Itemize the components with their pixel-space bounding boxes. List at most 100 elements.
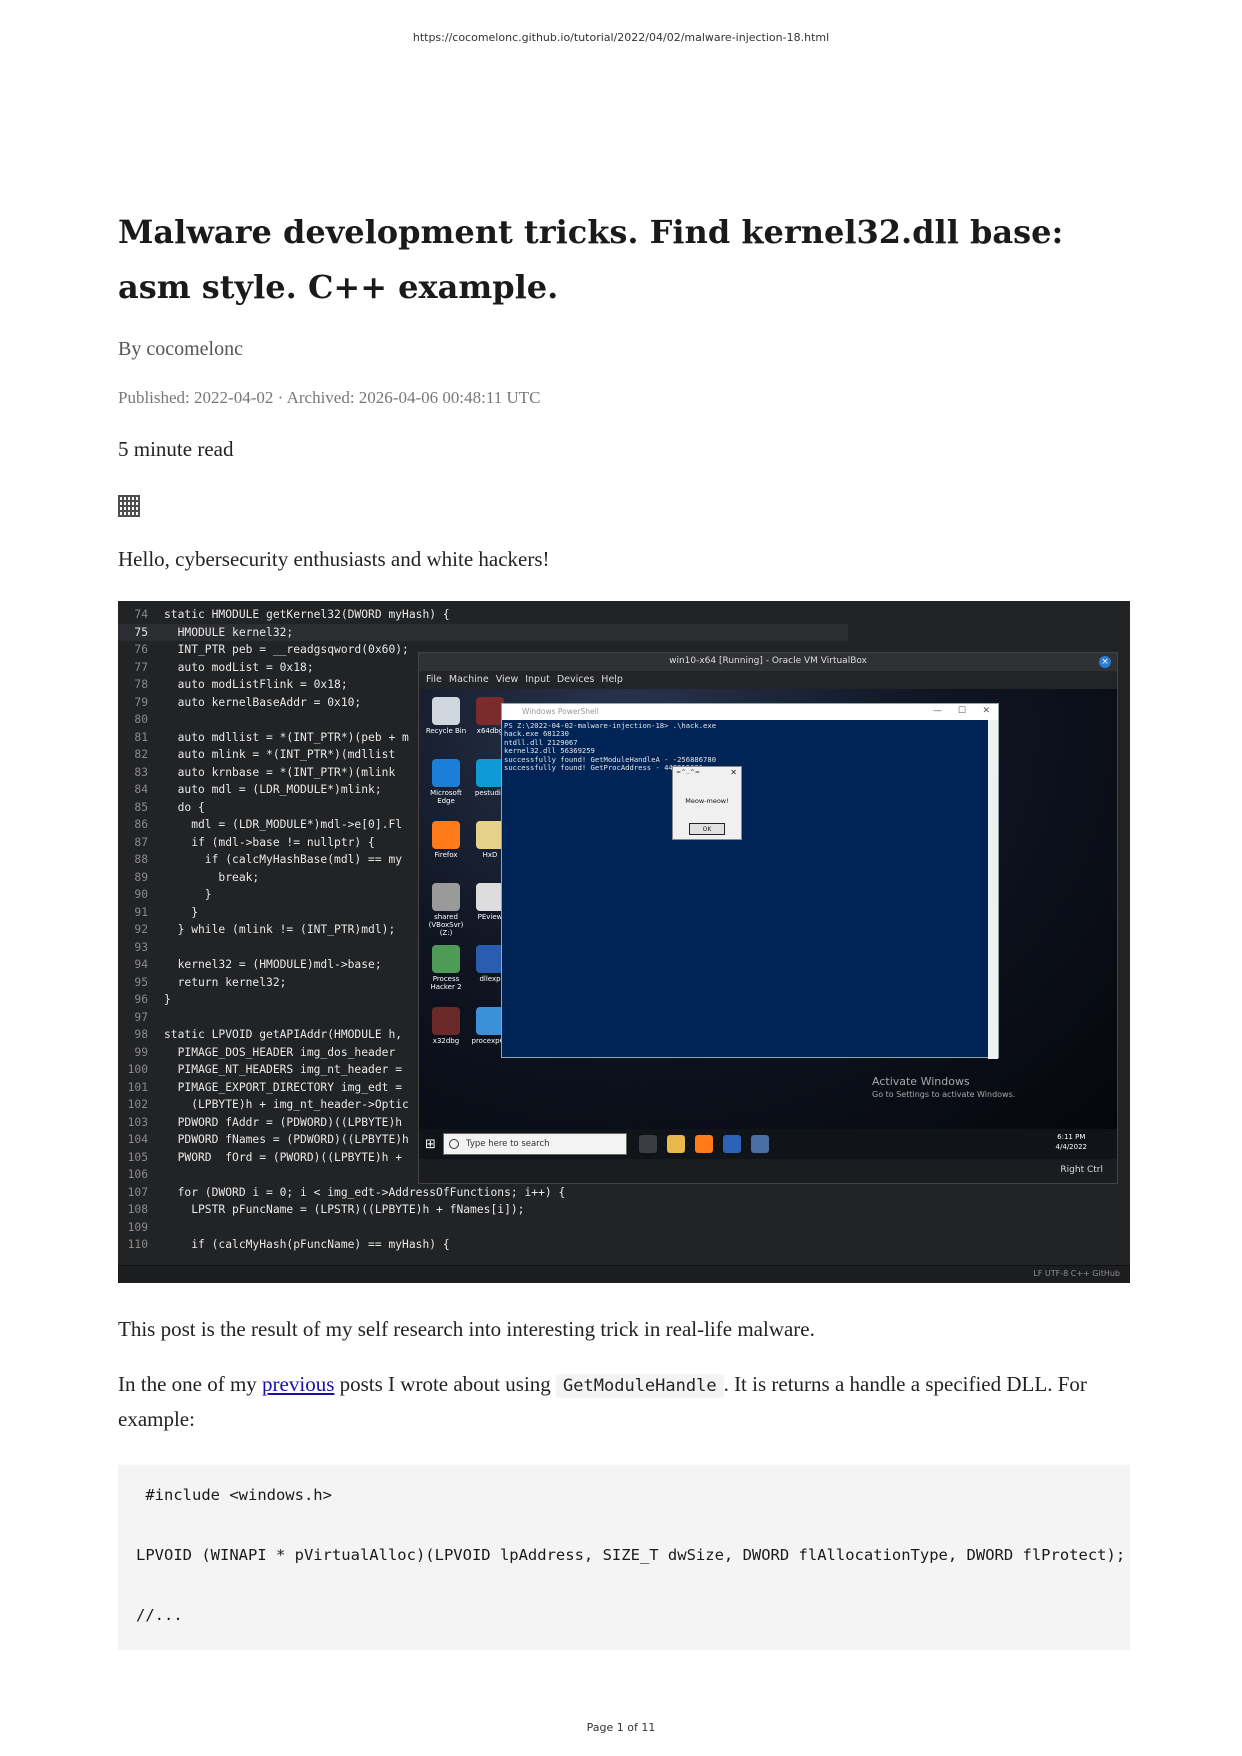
- line-number: 86: [134, 818, 148, 831]
- message-box-ok-button[interactable]: OK: [689, 823, 725, 835]
- maximize-icon[interactable]: ☐: [958, 706, 966, 716]
- code-text: }: [164, 905, 199, 919]
- line-number: 92: [134, 923, 148, 936]
- code-text: if (calcMyHashBase(mdl) == my: [164, 853, 403, 866]
- code-text: } while (mlink != (INT_PTR)mdl);: [164, 923, 396, 936]
- desktop-icon-label: x32dbg: [432, 1037, 460, 1045]
- powershell-taskbar-icon[interactable]: [723, 1135, 741, 1153]
- vm-titlebar: win10-x64 [Running] - Oracle VM VirtualB…: [419, 653, 1117, 671]
- desktop-icon[interactable]: Microsoft Edge: [423, 759, 469, 805]
- paragraph-text-2: posts I wrote about using: [334, 1372, 557, 1396]
- host-key-label: Right Ctrl: [1060, 1165, 1103, 1175]
- line-number: 74: [134, 608, 148, 621]
- desktop-app-icon: [476, 883, 504, 911]
- vm-close-icon[interactable]: ×: [1099, 656, 1111, 668]
- editor-code-line: 108 LPSTR pFuncName = (LPSTR)((LPBYTE)h …: [118, 1201, 848, 1219]
- line-number: 91: [134, 905, 148, 919]
- code-text: PIMAGE_NT_HEADERS img_nt_header =: [164, 1063, 403, 1076]
- vm-title: win10-x64 [Running] - Oracle VM VirtualB…: [669, 656, 867, 666]
- task-view-icon[interactable]: [639, 1135, 657, 1153]
- code-text: INT_PTR peb = __readgsqword(0x60);: [164, 643, 409, 656]
- windows-start-icon[interactable]: ⊞: [425, 1137, 436, 1152]
- code-text: LPSTR pFuncName = (LPSTR)((LPBYTE)h + fN…: [164, 1203, 525, 1216]
- taskbar-search-box[interactable]: Type here to search: [443, 1133, 627, 1155]
- vm-menu-item[interactable]: Input: [525, 674, 550, 685]
- message-box-text: Meow-meow!: [685, 797, 729, 805]
- desktop-icon[interactable]: Recycle Bin: [423, 697, 469, 735]
- line-number: 110: [127, 1238, 148, 1251]
- editor-status-text: LF UTF-8 C++ GitHub: [1033, 1269, 1120, 1278]
- code-text: PWORD fOrd = (PWORD)((LPBYTE)h +: [164, 1150, 403, 1164]
- previous-post-link[interactable]: previous: [262, 1372, 334, 1396]
- vm-host-tray: Right Ctrl: [419, 1159, 1117, 1183]
- page-title: Malware development tricks. Find kernel3…: [118, 213, 1064, 306]
- taskbar-clock[interactable]: 6:11 PM 4/4/2022: [1056, 1132, 1087, 1152]
- desktop-icon[interactable]: Process Hacker 2: [423, 945, 469, 991]
- line-number: 90: [134, 888, 148, 901]
- code-text: return kernel32;: [164, 975, 287, 989]
- vm-menubar: File Machine View Input Devices Help: [419, 671, 1117, 689]
- vm-menu-item[interactable]: View: [496, 674, 519, 685]
- code-text: do {: [164, 800, 205, 814]
- code-text: static LPVOID getAPIAddr(HMODULE h,: [164, 1028, 403, 1041]
- desktop-icon-label: PEview: [477, 913, 503, 921]
- app-taskbar-icon[interactable]: [751, 1135, 769, 1153]
- desktop-icon-label: Firefox: [434, 851, 458, 859]
- file-explorer-icon[interactable]: [667, 1135, 685, 1153]
- page-footer: Page 1 of 11: [586, 1721, 656, 1734]
- desktop-icon[interactable]: Firefox: [423, 821, 469, 859]
- code-line-1: #include <windows.h>: [136, 1486, 332, 1504]
- line-number: 105: [127, 1150, 148, 1164]
- line-number: 98: [134, 1028, 148, 1041]
- line-number: 80: [134, 713, 148, 726]
- message-box-title: =^..^=: [676, 769, 700, 776]
- inline-code-getmodulehandle: GetModuleHandle: [556, 1374, 724, 1398]
- desktop-icon-label: shared (VBoxSvr) (Z:): [428, 913, 464, 937]
- firefox-taskbar-icon[interactable]: [695, 1135, 713, 1153]
- line-number: 95: [134, 975, 148, 989]
- code-text: mdl = (LDR_MODULE*)mdl->e[0].Fl: [164, 818, 403, 831]
- code-text: PIMAGE_EXPORT_DIRECTORY img_edt =: [164, 1080, 403, 1094]
- activate-windows-watermark: Activate Windows Go to Settings to activ…: [872, 1075, 1015, 1099]
- powershell-scrollbar[interactable]: [988, 720, 998, 1059]
- minimize-icon[interactable]: —: [933, 706, 942, 716]
- desktop-icon[interactable]: shared (VBoxSvr) (Z:): [423, 883, 469, 937]
- code-text: break;: [164, 870, 260, 884]
- editor-code-line: 110 if (calcMyHash(pFuncName) == myHash)…: [118, 1236, 848, 1254]
- code-text: HMODULE kernel32;: [164, 625, 294, 639]
- editor-code-line: 74 static HMODULE getKernel32(DWORD myHas…: [118, 606, 848, 624]
- author-avatar-icon: [118, 495, 140, 517]
- desktop-app-icon: [432, 1007, 460, 1035]
- code-text: auto modListFlink = 0x18;: [164, 678, 348, 691]
- desktop-app-icon: [432, 883, 460, 911]
- greeting-paragraph: Hello, cybersecurity enthusiasts and whi…: [118, 547, 550, 571]
- line-number: 97: [134, 1010, 148, 1024]
- taskbar-date: 4/4/2022: [1055, 1143, 1087, 1151]
- powershell-output: PS Z:\2022-04-02-malware-injection-18> .…: [504, 721, 716, 772]
- code-text: auto kernelBaseAddr = 0x10;: [164, 695, 362, 709]
- line-number: 102: [127, 1098, 148, 1111]
- message-box-close-icon[interactable]: ✕: [730, 768, 737, 777]
- code-text: (LPBYTE)h + img_nt_header->Optic: [164, 1098, 409, 1111]
- code-text: PDWORD fNames = (PDWORD)((LPBYTE)h: [164, 1133, 409, 1146]
- code-text: auto mdllist = *(INT_PTR*)(peb + m: [164, 730, 409, 744]
- editor-code-line: 109: [118, 1219, 848, 1237]
- vm-desktop: Recycle Bin x64dbg Microsoft Edge pestudio F…: [419, 689, 1117, 1129]
- desktop-icon[interactable]: x32dbg: [423, 1007, 469, 1045]
- vm-menu-item[interactable]: File: [426, 674, 442, 685]
- code-block: #include <windows.h> LPVOID (WINAPI * pV…: [118, 1465, 1130, 1650]
- vm-menu-item[interactable]: Machine: [449, 674, 489, 685]
- vm-menu-item[interactable]: Help: [601, 674, 623, 685]
- line-number: 101: [127, 1080, 148, 1094]
- vm-menu-item[interactable]: Devices: [557, 674, 594, 685]
- close-icon[interactable]: ✕: [982, 706, 990, 716]
- desktop-app-icon: [432, 759, 460, 787]
- vm-window: win10-x64 [Running] - Oracle VM VirtualB…: [418, 652, 1118, 1184]
- line-number: 103: [127, 1115, 148, 1129]
- desktop-app-icon: [476, 697, 504, 725]
- desktop-app-icon: [476, 1007, 504, 1035]
- line-number: 108: [127, 1203, 148, 1216]
- powershell-title: Windows PowerShell: [522, 707, 599, 716]
- desktop-app-icon: [476, 821, 504, 849]
- line-number: 94: [134, 958, 148, 971]
